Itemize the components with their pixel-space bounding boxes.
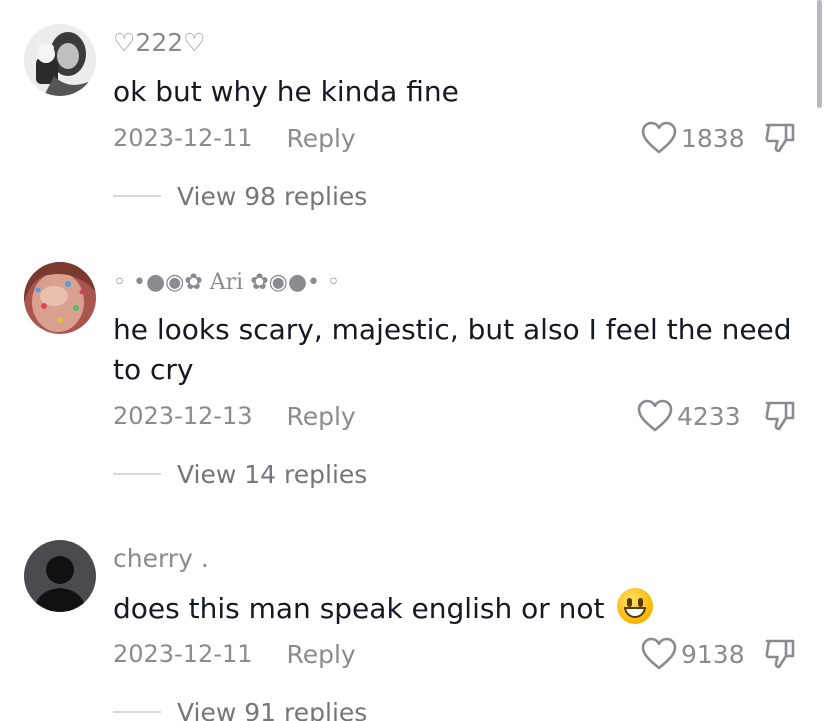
view-replies-button[interactable]: View 14 replies [113, 456, 367, 492]
heart-outline-icon [641, 121, 677, 154]
like-count: 4233 [677, 401, 741, 431]
comment-text: does this man speak english or not [113, 588, 803, 629]
view-replies-label: View 91 replies [177, 697, 368, 721]
view-replies-label: View 14 replies [177, 459, 368, 489]
comment-text: he looks scary, majestic, but also I fee… [113, 313, 792, 386]
comment-meta: 2023-12-11 Reply [113, 636, 356, 672]
view-replies-label: View 98 replies [177, 181, 368, 211]
avatar[interactable] [24, 262, 96, 334]
like-count: 9138 [681, 639, 745, 669]
divider-line [113, 473, 161, 475]
dislike-button[interactable] [762, 636, 798, 672]
like-count: 1838 [681, 123, 745, 153]
thumbs-down-outline-icon [765, 639, 795, 669]
like-button[interactable]: 1838 [641, 120, 745, 156]
thumbs-down-outline-icon [765, 123, 795, 153]
comments-screen: ♡222♡ ok but why he kinda fine 2023-12-1… [0, 0, 828, 721]
reply-button[interactable]: Reply [286, 402, 355, 431]
comment-meta: 2023-12-11 Reply [113, 120, 356, 156]
dislike-button[interactable] [762, 120, 798, 156]
comment-text-content: does this man speak english or not [113, 592, 605, 625]
username[interactable]: ◦ •●◉✿ Ari ✿◉●• ◦ [113, 270, 340, 295]
default-avatar-icon [24, 540, 96, 612]
reply-button[interactable]: Reply [286, 124, 355, 153]
like-button[interactable]: 9138 [641, 636, 745, 672]
comment-meta: 2023-12-13 Reply [113, 398, 356, 434]
divider-line [113, 195, 161, 197]
comment-date: 2023-12-11 [113, 640, 253, 668]
scrollbar[interactable] [817, 0, 822, 108]
reply-button[interactable]: Reply [286, 640, 355, 669]
username[interactable]: cherry . [113, 544, 209, 573]
thumbs-down-outline-icon [765, 401, 795, 431]
view-replies-button[interactable]: View 98 replies [113, 178, 367, 214]
heart-outline-icon [641, 637, 677, 670]
like-button[interactable]: 4233 [637, 398, 741, 434]
grinning-face-emoji-icon [617, 588, 654, 624]
avatar[interactable] [24, 540, 96, 612]
view-replies-button[interactable]: View 91 replies [113, 694, 367, 721]
username[interactable]: ♡222♡ [113, 28, 206, 57]
comment-date: 2023-12-11 [113, 124, 253, 152]
comment-date: 2023-12-13 [113, 402, 253, 430]
avatar[interactable] [24, 24, 96, 96]
divider-line [113, 711, 161, 713]
heart-outline-icon [637, 399, 673, 432]
comment-text: ok but why he kinda fine [113, 75, 459, 108]
dislike-button[interactable] [762, 398, 798, 434]
